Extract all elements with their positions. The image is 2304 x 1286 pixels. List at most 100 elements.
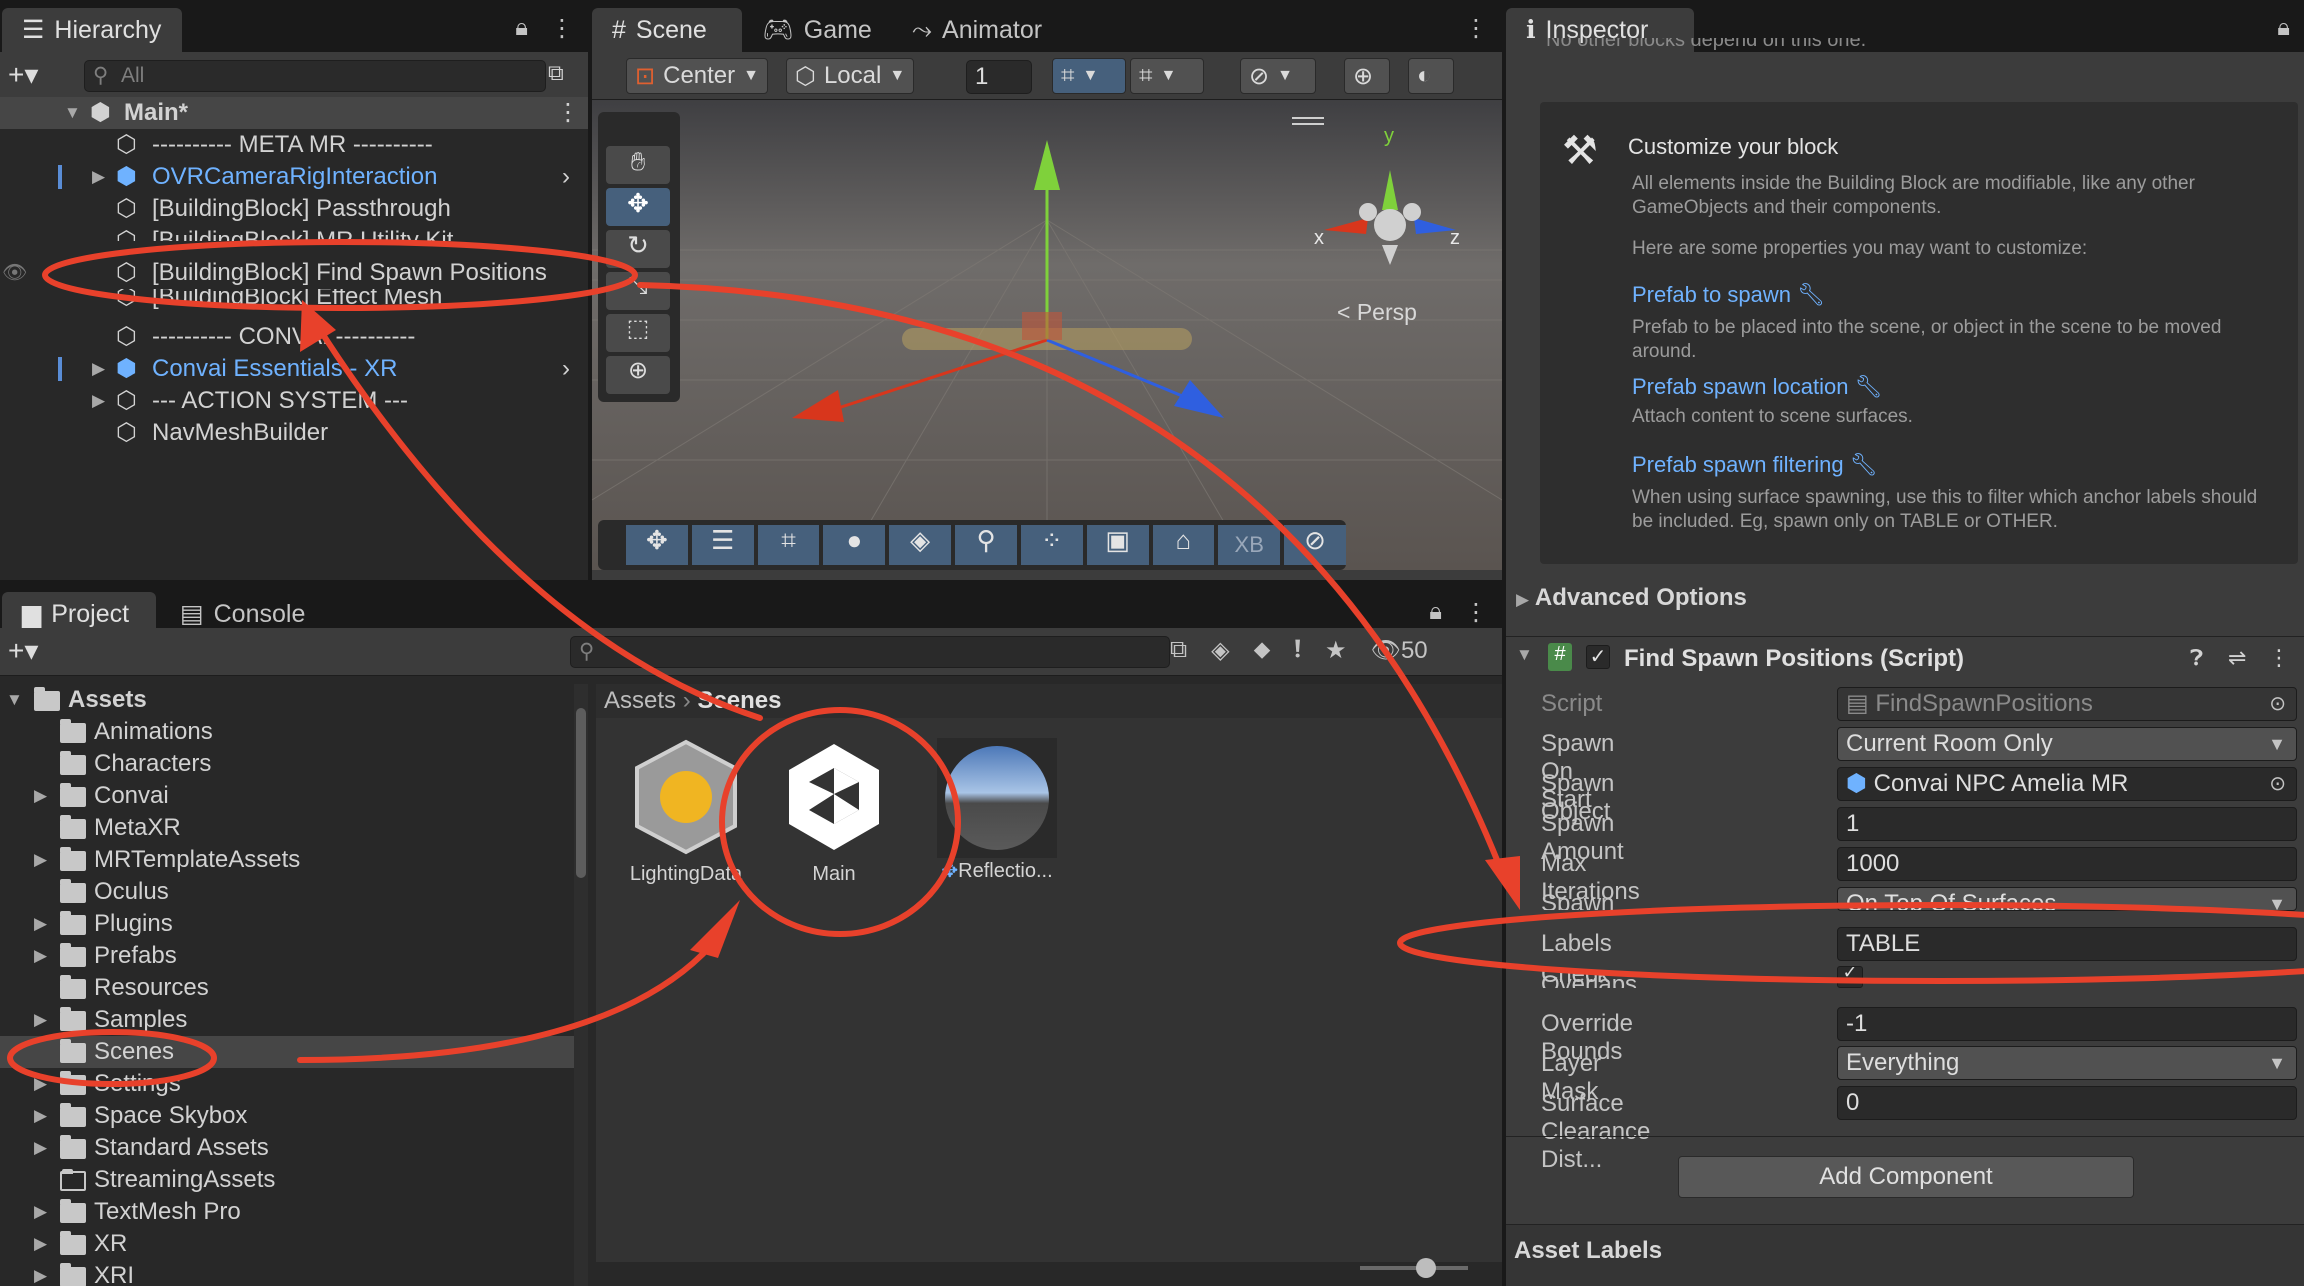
hidden-count[interactable]: 👁︎50 (1370, 636, 1427, 665)
expand-arrow-icon[interactable]: ▶ (34, 1100, 47, 1132)
search-window-icon[interactable]: ⧉ (1170, 636, 1187, 665)
enabled-checkbox[interactable]: ✓ (1586, 645, 1610, 669)
filter-type-icon[interactable]: ◈ (1211, 636, 1229, 665)
lock-icon[interactable]: 🔒︎ (515, 14, 528, 43)
rotate-tool-button[interactable]: ↻ (606, 230, 670, 268)
override-bounds-field[interactable]: -1 (1837, 1007, 2297, 1041)
expand-arrow-icon[interactable]: ▶ (92, 353, 105, 385)
folder-row[interactable]: ▶ Plugins (0, 908, 574, 940)
expand-arrow-icon[interactable]: ▼ (6, 684, 23, 716)
overlay-camera-button[interactable]: ▣ (1086, 525, 1149, 565)
icon-size-slider[interactable] (1360, 1258, 1468, 1278)
hierarchy-item[interactable]: ⬡ [BuildingBlock] Effect Mesh (0, 289, 588, 313)
folder-row[interactable]: ▶ Prefabs (0, 940, 574, 972)
overlay-search-button[interactable]: ⚲ (955, 525, 1017, 565)
link-prefab-to-spawn[interactable]: Prefab to spawn 🔧︎ (1632, 282, 1825, 308)
expand-arrow-icon[interactable]: ▶ (34, 844, 47, 876)
expand-arrow-icon[interactable]: ▶ (34, 1004, 47, 1036)
scene-root-row[interactable]: ▼ ⬢ Main* ⋮ (0, 97, 588, 129)
overlay-grid-button[interactable]: ⌗ (757, 525, 820, 565)
folder-row[interactable]: ▶ Convai (0, 780, 574, 812)
asset-lighting-data[interactable]: LightingData (626, 738, 746, 886)
tab-hierarchy[interactable]: ☰ Hierarchy (2, 8, 182, 52)
tab-animator[interactable]: ⤳ Animator (892, 8, 1062, 52)
layer-mask-dropdown[interactable]: Everything ▼ (1837, 1046, 2297, 1080)
tree-scrollbar-thumb[interactable] (576, 708, 586, 878)
scale-tool-button[interactable]: ⤡ (606, 272, 670, 310)
log-type-icon[interactable]: ❗︎ (1294, 636, 1301, 665)
overlay-layers-button[interactable]: ◈ (889, 525, 952, 565)
hierarchy-item[interactable]: ⬡ ---------- META MR ---------- (0, 129, 588, 161)
object-picker-icon[interactable]: ⊙ (2269, 688, 2286, 720)
hierarchy-item[interactable]: ▶ ⬢ OVRCameraRigInteraction › (0, 161, 588, 193)
hierarchy-item[interactable]: ▶ ⬢ Convai Essentials - XR › (0, 353, 588, 385)
kebab-menu-icon[interactable]: ⋮ (550, 14, 574, 43)
folder-row[interactable]: ▶ Settings (0, 1068, 574, 1100)
expand-arrow-icon[interactable]: ▶ (34, 1228, 47, 1260)
asset-reflection-probe[interactable]: ✥Reflectio... (932, 738, 1062, 883)
folder-row[interactable]: StreamingAssets (0, 1164, 574, 1196)
folder-row[interactable]: Characters (0, 748, 574, 780)
expand-arrow-icon[interactable]: ▶ (34, 908, 47, 940)
folder-row-assets[interactable]: ▼ Assets (0, 684, 574, 716)
label-tag-icon[interactable]: ⬥ (1254, 636, 1271, 665)
pivot-dropdown[interactable]: ⊡ Center ▼ (626, 58, 768, 94)
component-menu-icon[interactable]: ⋮ (2268, 645, 2290, 671)
folder-row[interactable]: Oculus (0, 876, 574, 908)
expand-arrow-icon[interactable]: ▼ (64, 97, 81, 129)
help-icon[interactable]: ❓︎ (2190, 645, 2203, 671)
expand-arrow-icon[interactable]: ▶ (34, 1068, 47, 1100)
lighting-button[interactable]: ◐ (1408, 58, 1454, 94)
folder-row-scenes[interactable]: Scenes (0, 1036, 574, 1068)
search-mode-icon[interactable]: ⧉ (548, 60, 564, 86)
chevron-right-icon[interactable]: › (562, 161, 570, 193)
overlay-move-button[interactable]: ✥ (626, 525, 688, 565)
expand-arrow-icon[interactable]: ▶ (92, 161, 105, 193)
hierarchy-item[interactable]: ⬡ [BuildingBlock] MR Utility Kit (0, 225, 588, 241)
object-picker-icon[interactable]: ⊙ (2269, 768, 2286, 800)
expand-arrow-icon[interactable]: ▶ (34, 940, 47, 972)
overlay-sphere-button[interactable]: ● (823, 525, 886, 565)
project-search-input[interactable]: ⚲ (570, 636, 1170, 668)
advanced-options-foldout[interactable]: ▶ Advanced Options (1516, 584, 1747, 612)
link-prefab-spawn-location[interactable]: Prefab spawn location 🔧︎ (1632, 374, 1883, 400)
kebab-menu-icon[interactable]: ⋮ (1464, 598, 1488, 627)
component-header[interactable]: ▼ # ✓ Find Spawn Positions (Script) ❓︎ ⇌… (1506, 636, 2304, 680)
folder-row[interactable]: ▶ Space Skybox (0, 1100, 574, 1132)
labels-field[interactable]: TABLE (1837, 927, 2297, 961)
spawn-on-start-dropdown[interactable]: Current Room Only ▼ (1837, 727, 2297, 761)
tab-scene[interactable]: # Scene (592, 8, 742, 52)
lock-icon[interactable]: 🔒︎ (2277, 14, 2290, 42)
folder-row[interactable]: Animations (0, 716, 574, 748)
overlay-compass-button[interactable]: ⊘ (1284, 525, 1346, 565)
folder-row[interactable]: Resources (0, 972, 574, 1004)
folder-row[interactable]: ▶ Standard Assets (0, 1132, 574, 1164)
folder-row[interactable]: ▶ XR (0, 1228, 574, 1260)
asset-main-scene[interactable]: Main (774, 738, 894, 886)
expand-arrow-icon[interactable]: ▶ (34, 780, 47, 812)
space-dropdown[interactable]: ⬡ Local ▼ (786, 58, 914, 94)
orientation-gizmo[interactable]: y x z < Persp (1314, 125, 1460, 325)
folder-row[interactable]: ▶ TextMesh Pro (0, 1196, 574, 1228)
grid-size-field[interactable]: 1 (966, 60, 1032, 94)
overlay-settings-button[interactable]: ☰ (691, 525, 754, 565)
hierarchy-item[interactable]: ▶ ⬡ --- ACTION SYSTEM --- (0, 385, 588, 417)
add-button[interactable]: +▾ (8, 634, 38, 667)
add-button[interactable]: +▾ (8, 58, 38, 91)
foldout-arrow-icon[interactable]: ▼ (1516, 645, 1533, 665)
expand-arrow-icon[interactable]: ▶ (34, 1196, 47, 1228)
render-mode-button[interactable]: ⊕ (1344, 58, 1390, 94)
overlay-nodes-button[interactable]: ⁘ (1020, 525, 1083, 565)
hand-tool-button[interactable]: ✋︎ (606, 146, 670, 184)
increment-snap-toggle[interactable]: ⌗ ▼ (1130, 58, 1204, 94)
link-prefab-spawn-filtering[interactable]: Prefab spawn filtering 🔧︎ (1632, 452, 1878, 478)
folder-row[interactable]: MetaXR (0, 812, 574, 844)
gizmo-dropdown[interactable]: ⊘ ▼ (1240, 58, 1316, 94)
rect-tool-button[interactable]: ⬚ (606, 314, 670, 352)
expand-arrow-icon[interactable]: ▶ (34, 1132, 47, 1164)
scene-viewport[interactable]: y x z < Persp (592, 100, 1502, 570)
overlay-building-button[interactable]: ⌂ (1152, 525, 1215, 565)
overlay-xb-button[interactable]: XB (1218, 525, 1281, 565)
folder-row[interactable]: ▶ XRI (0, 1260, 574, 1286)
hierarchy-item[interactable]: ⬡ ---------- CONVAI ---------- (0, 321, 588, 353)
